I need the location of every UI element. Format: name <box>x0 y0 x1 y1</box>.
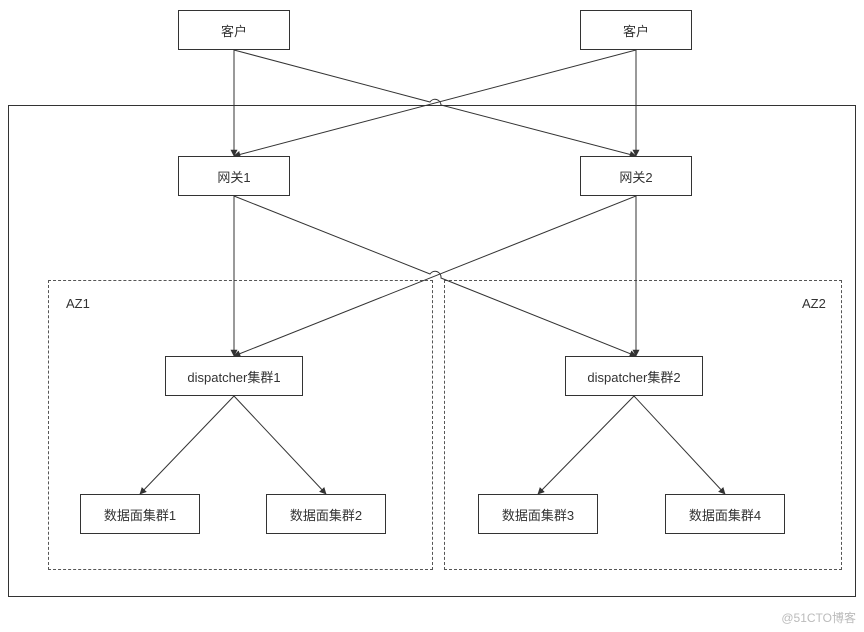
region-az1-label: AZ1 <box>66 296 90 311</box>
node-gateway1: 网关1 <box>178 156 290 196</box>
node-client-left: 客户 <box>178 10 290 50</box>
diagram-stage: AZ1 AZ2 客户 客户 网关1 网关2 dispatcher集群1 disp… <box>0 0 864 632</box>
region-az2-label: AZ2 <box>802 296 826 311</box>
node-gateway2: 网关2 <box>580 156 692 196</box>
node-dispatcher2: dispatcher集群2 <box>565 356 703 396</box>
node-dispatcher1: dispatcher集群1 <box>165 356 303 396</box>
node-data1: 数据面集群1 <box>80 494 200 534</box>
node-data2: 数据面集群2 <box>266 494 386 534</box>
node-data3: 数据面集群3 <box>478 494 598 534</box>
node-client-right: 客户 <box>580 10 692 50</box>
node-data4: 数据面集群4 <box>665 494 785 534</box>
watermark: @51CTO博客 <box>781 609 856 626</box>
